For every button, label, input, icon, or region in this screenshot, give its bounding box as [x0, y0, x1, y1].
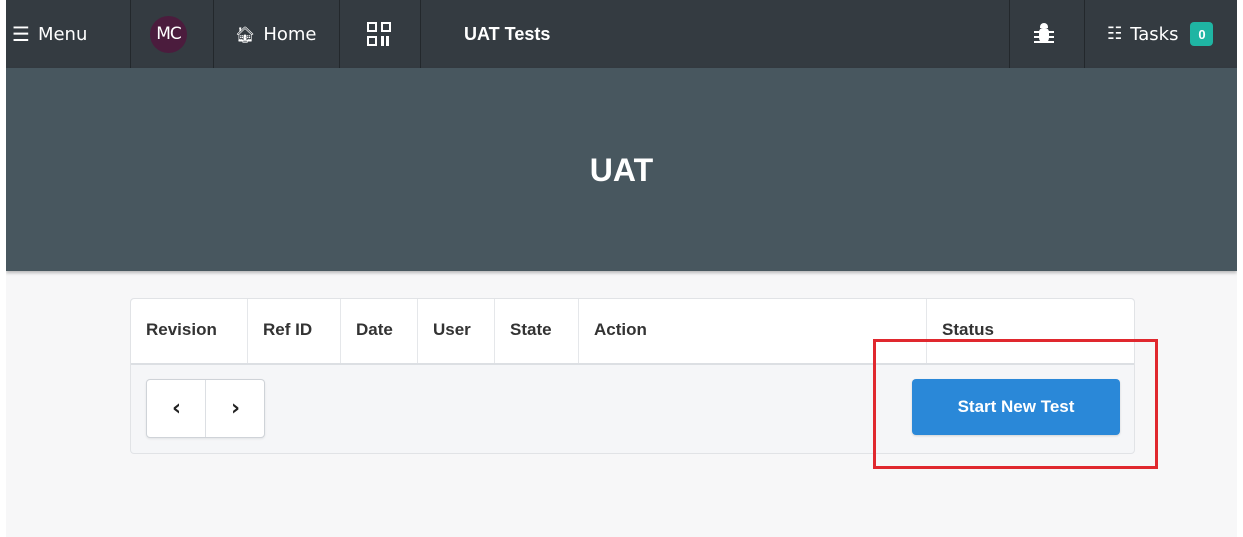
- home-label: Home: [263, 23, 317, 45]
- home-icon: 🏠︎: [235, 24, 256, 44]
- chevron-right-icon: ›: [230, 396, 241, 421]
- next-page-button[interactable]: ›: [206, 380, 265, 437]
- highlight-annotation-box: [873, 339, 1158, 469]
- nav-divider: [1009, 0, 1010, 68]
- tasks-label: Tasks: [1130, 23, 1179, 45]
- page-banner: UAT: [6, 68, 1237, 271]
- nav-divider: [420, 0, 421, 68]
- previous-page-button[interactable]: ‹: [147, 380, 206, 437]
- column-header-ref-id[interactable]: Ref ID: [248, 299, 341, 363]
- nav-divider: [1084, 0, 1085, 68]
- tasks-count-badge: 0: [1190, 22, 1214, 46]
- nav-divider: [213, 0, 214, 68]
- bug-icon: [1034, 23, 1054, 45]
- column-header-user[interactable]: User: [418, 299, 495, 363]
- top-navbar: ☰ Menu MC 🏠︎ Home UAT Tests ☷ Tasks 0: [6, 0, 1237, 68]
- column-header-revision[interactable]: Revision: [131, 299, 248, 363]
- tasks-button[interactable]: ☷ Tasks 0: [1107, 0, 1214, 68]
- user-avatar-button[interactable]: MC: [150, 0, 187, 68]
- nav-divider: [130, 0, 131, 68]
- pagination-control: ‹ ›: [146, 379, 265, 438]
- column-header-state[interactable]: State: [495, 299, 579, 363]
- bug-report-button[interactable]: [1034, 0, 1054, 68]
- banner-title: UAT: [589, 152, 654, 188]
- page-title: UAT Tests: [464, 23, 551, 44]
- hamburger-icon: ☰: [12, 22, 30, 46]
- tasks-icon: ☷: [1107, 24, 1123, 44]
- nav-divider: [339, 0, 340, 68]
- menu-button[interactable]: ☰ Menu: [12, 0, 87, 68]
- menu-label: Menu: [37, 23, 88, 45]
- qr-code-icon: [367, 22, 391, 46]
- qr-code-button[interactable]: [367, 0, 391, 68]
- avatar: MC: [150, 15, 187, 53]
- home-link[interactable]: 🏠︎ Home: [235, 0, 316, 68]
- chevron-left-icon: ‹: [171, 396, 182, 421]
- column-header-date[interactable]: Date: [341, 299, 418, 363]
